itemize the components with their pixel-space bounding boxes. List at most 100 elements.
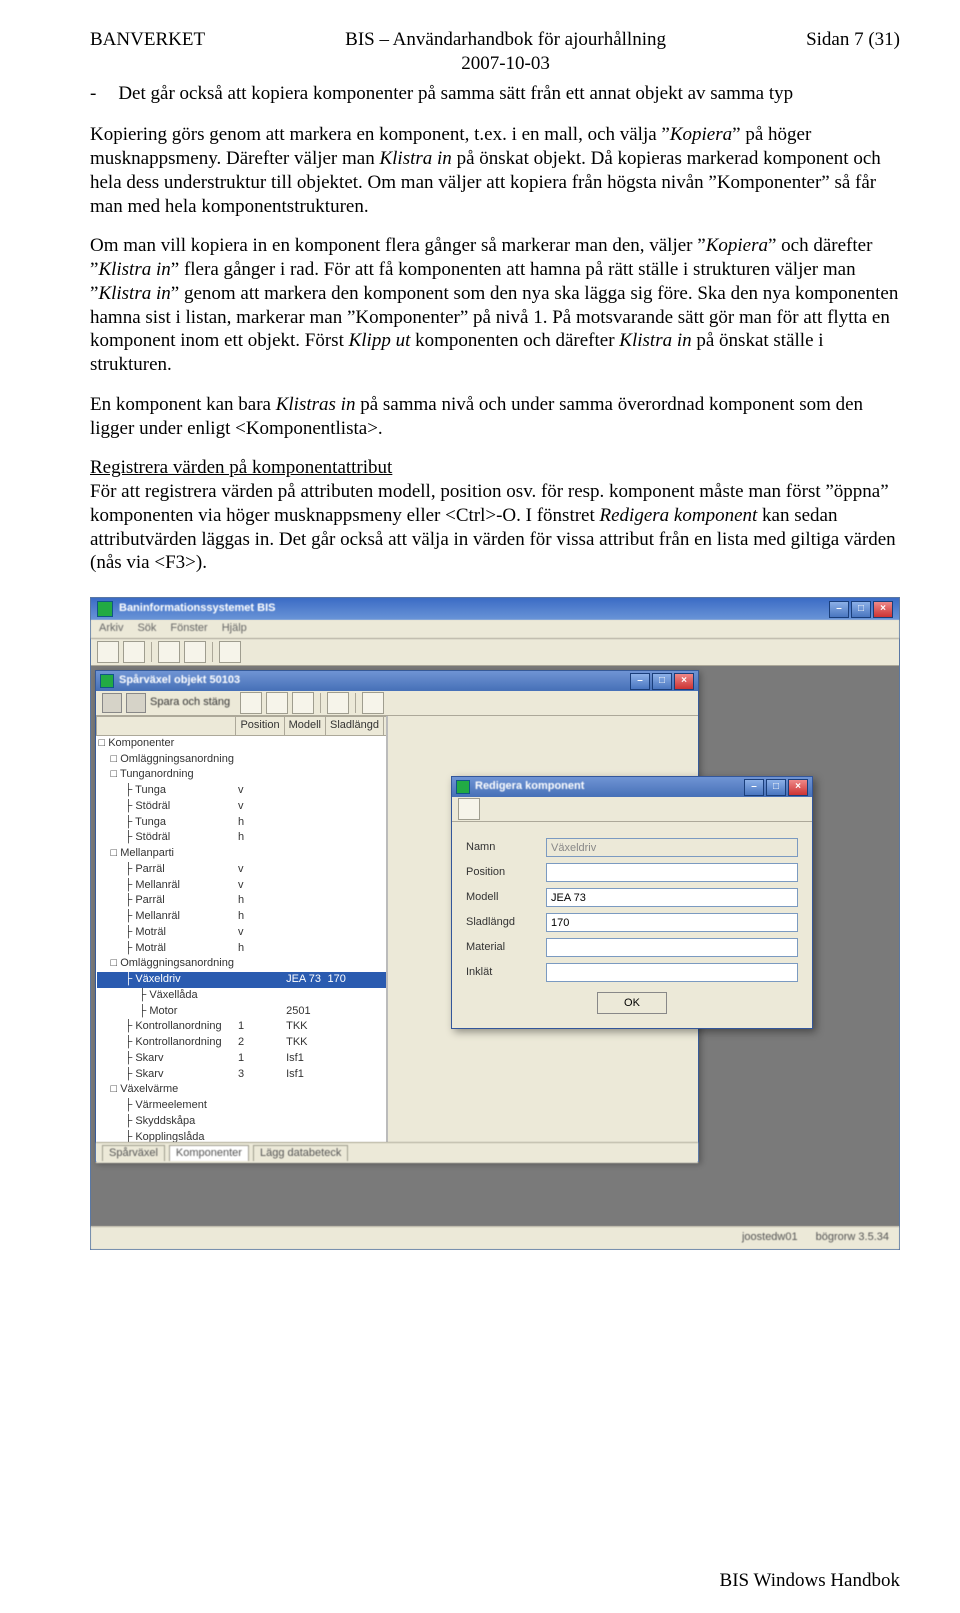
- tab-lagg[interactable]: Lägg databeteck: [253, 1145, 348, 1162]
- dialog-ok-button[interactable]: OK: [597, 992, 667, 1014]
- tree-row[interactable]: ├ Skarv3Isf1: [97, 1067, 389, 1083]
- tree-row[interactable]: □ Komponenter: [97, 735, 389, 751]
- tree-row[interactable]: ├ Parrälv: [97, 862, 389, 878]
- tree-row[interactable]: ├ Kontrollanordning1TKK: [97, 1019, 389, 1035]
- toolbar-button[interactable]: [362, 692, 384, 714]
- field-input-inklät[interactable]: [546, 963, 798, 982]
- subheading: Registrera värden på komponentattribut: [90, 457, 392, 478]
- save-icon[interactable]: [126, 693, 146, 713]
- child-icon: [100, 674, 114, 688]
- dialog-field-row: Inklät: [466, 963, 798, 982]
- toolbar-button[interactable]: [158, 641, 180, 663]
- toolbar-button[interactable]: [184, 641, 206, 663]
- tree-row[interactable]: ├ VäxeldrivJEA 73170: [97, 972, 389, 988]
- toolbar-button[interactable]: [97, 641, 119, 663]
- tree-row[interactable]: ├ Skarv1Isf1: [97, 1051, 389, 1067]
- tree-row[interactable]: ├ Tungah: [97, 815, 389, 831]
- paragraph-2: Om man vill kopiera in en komponent fler…: [90, 234, 900, 377]
- bullet-dash: -: [90, 82, 96, 106]
- toolbar-button[interactable]: [292, 692, 314, 714]
- field-input-namn[interactable]: [546, 838, 798, 857]
- paragraph-3: En komponent kan bara Klistras in på sam…: [90, 393, 900, 441]
- main-window-titlebar: Baninformationssystemet BIS – □ ×: [91, 598, 899, 620]
- main-window-title: Baninformationssystemet BIS: [119, 602, 829, 616]
- menu-arkiv[interactable]: Arkiv: [99, 622, 123, 636]
- dialog-close-button[interactable]: ×: [788, 779, 808, 796]
- main-toolbar: [91, 639, 899, 666]
- maximize-button[interactable]: □: [851, 601, 871, 618]
- tree-row[interactable]: ├ Värmeelement: [97, 1098, 389, 1114]
- tree-row[interactable]: ├ Kopplingslåda: [97, 1130, 389, 1143]
- header-right: Sidan 7 (31): [806, 28, 900, 76]
- field-input-modell[interactable]: [546, 888, 798, 907]
- child-maximize-button[interactable]: □: [652, 673, 672, 690]
- tree-row[interactable]: □ Omläggningsanordning: [97, 956, 389, 972]
- field-label: Position: [466, 866, 546, 880]
- tree-row[interactable]: ├ Växellåda: [97, 988, 389, 1004]
- toolbar-button[interactable]: [240, 692, 262, 714]
- tree-row[interactable]: □ Omläggningsanordning: [97, 752, 389, 768]
- tree-row[interactable]: ├ Tungav: [97, 783, 389, 799]
- toolbar-button[interactable]: [219, 641, 241, 663]
- tree-row[interactable]: ├ Mellanrälv: [97, 878, 389, 894]
- tree-row[interactable]: ├ Skyddskåpa: [97, 1114, 389, 1130]
- app-icon: [97, 601, 113, 617]
- child-minimize-button[interactable]: –: [630, 673, 650, 690]
- dialog-toolbar-button[interactable]: [458, 798, 480, 820]
- field-input-material[interactable]: [546, 938, 798, 957]
- toolbar-separator: [320, 693, 321, 713]
- mdi-area: Spårväxel objekt 50103 – □ × Spara och s…: [91, 666, 899, 1226]
- toolbar-separator: [355, 693, 356, 713]
- dialog-minimize-button[interactable]: –: [744, 779, 764, 796]
- tree-row[interactable]: □ Tunganordning: [97, 767, 389, 783]
- header-center-date: 2007-10-03: [205, 52, 806, 76]
- toolbar-button[interactable]: [327, 692, 349, 714]
- header-center-title: BIS – Användarhandbok för ajourhållning: [205, 28, 806, 52]
- header-left: BANVERKET: [90, 28, 205, 76]
- edit-component-dialog: Redigera komponent – □ × NamnPositionMod…: [451, 776, 813, 1029]
- menu-hjalp[interactable]: Hjälp: [222, 622, 247, 636]
- tree-row[interactable]: ├ Parrälh: [97, 893, 389, 909]
- status-version: bögrorw 3.5.34: [816, 1231, 889, 1245]
- menu-sok[interactable]: Sök: [137, 622, 156, 636]
- bottom-tabs: Spårväxel Komponenter Lägg databeteck: [96, 1142, 698, 1163]
- dialog-field-row: Namn: [466, 838, 798, 857]
- tree-row[interactable]: ├ Stödrälv: [97, 799, 389, 815]
- status-user: joostedw01: [742, 1231, 798, 1245]
- page-footer: BIS Windows Handbok: [720, 1569, 900, 1593]
- tree-row[interactable]: ├ Motor2501: [97, 1004, 389, 1020]
- save-close-label[interactable]: Spara och stäng: [150, 696, 230, 710]
- tree-row[interactable]: □ Mellanparti: [97, 846, 389, 862]
- child-close-button[interactable]: ×: [674, 673, 694, 690]
- component-tree[interactable]: PositionModellSladlängdMaterialInklät□ K…: [96, 716, 388, 1142]
- menu-fonster[interactable]: Fönster: [170, 622, 207, 636]
- page-header: BANVERKET BIS – Användarhandbok för ajou…: [90, 28, 900, 76]
- field-input-position[interactable]: [546, 863, 798, 882]
- bullet-text: Det går också att kopiera komponenter på…: [118, 82, 793, 106]
- main-menubar[interactable]: Arkiv Sök Fönster Hjälp: [91, 620, 899, 639]
- minimize-button[interactable]: –: [829, 601, 849, 618]
- field-input-sladlängd[interactable]: [546, 913, 798, 932]
- tab-komponenter[interactable]: Komponenter: [169, 1145, 249, 1162]
- tree-row[interactable]: ├ Moträlh: [97, 941, 389, 957]
- tree-row[interactable]: □ Växelvärme: [97, 1082, 389, 1098]
- close-button[interactable]: ×: [873, 601, 893, 618]
- toolbar-button[interactable]: [266, 692, 288, 714]
- tab-sparvaxel[interactable]: Spårväxel: [102, 1145, 165, 1162]
- tree-row[interactable]: ├ Kontrollanordning2TKK: [97, 1035, 389, 1051]
- dialog-field-row: Material: [466, 938, 798, 957]
- tree-row[interactable]: ├ Stödrälh: [97, 830, 389, 846]
- statusbar: joostedw01 bögrorw 3.5.34: [91, 1226, 899, 1249]
- tree-row[interactable]: ├ Moträlv: [97, 925, 389, 941]
- child-titlebar: Spårväxel objekt 50103 – □ ×: [96, 671, 698, 691]
- field-label: Material: [466, 941, 546, 955]
- dialog-maximize-button[interactable]: □: [766, 779, 786, 796]
- field-label: Sladlängd: [466, 916, 546, 930]
- child-toolbar: Spara och stäng: [96, 691, 698, 716]
- paragraph-1: Kopiering görs genom att markera en komp…: [90, 123, 900, 218]
- save-icon[interactable]: [102, 693, 122, 713]
- tree-row[interactable]: ├ Mellanrälh: [97, 909, 389, 925]
- field-label: Modell: [466, 891, 546, 905]
- dialog-field-row: Position: [466, 863, 798, 882]
- toolbar-button[interactable]: [123, 641, 145, 663]
